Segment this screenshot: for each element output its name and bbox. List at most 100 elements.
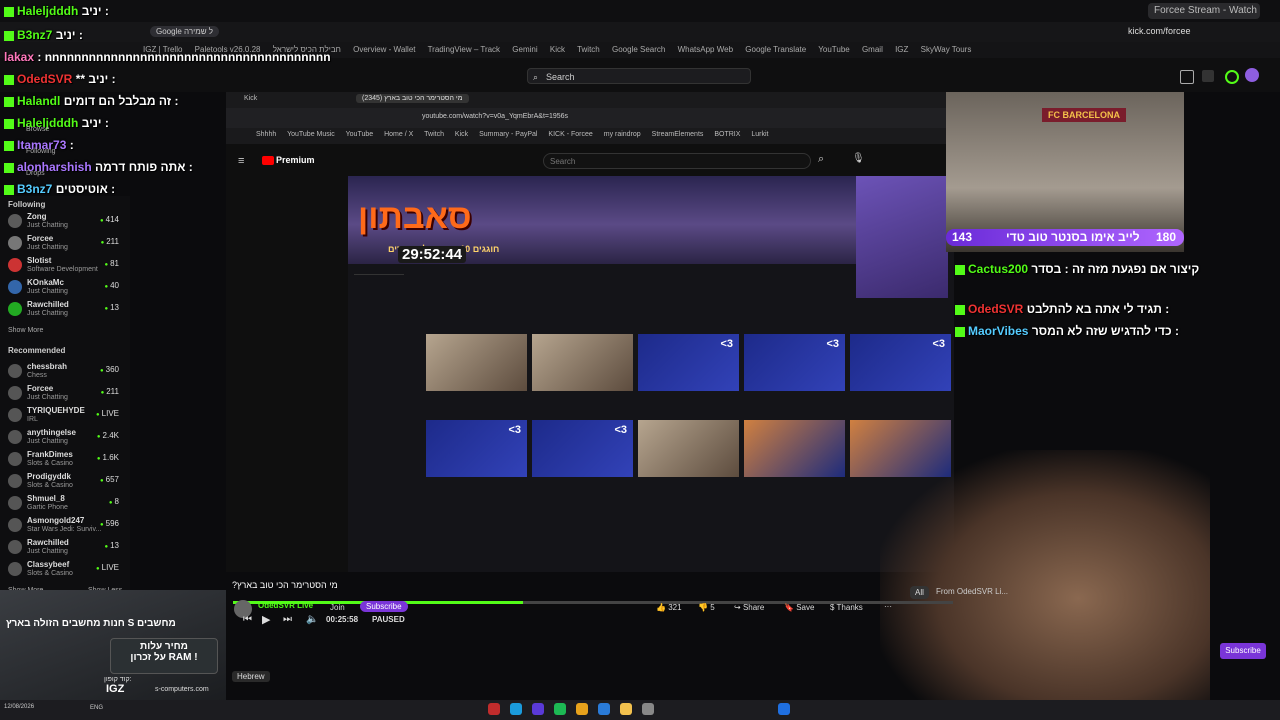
sidebar-item-recommended[interactable]: chessbrahChess 360 [8,362,123,384]
sidebar-item-recommended[interactable]: Shmuel_8Gartic Phone 8 [8,494,123,516]
drops-label[interactable]: Drops [26,170,45,177]
app-icon[interactable] [532,703,544,715]
bookmark[interactable]: YouTube [818,45,849,54]
youtube-search-input[interactable]: Search [543,153,811,169]
layout-icon[interactable] [1202,70,1214,82]
more-icon[interactable]: ··· [884,602,892,611]
subscribe-button[interactable]: Subscribe [360,601,408,612]
sidebar-item-recommended[interactable]: ProdigyddkSlots & Casino 657 [8,472,123,494]
bookmark[interactable]: SkyWay Tours [921,45,972,54]
save-button[interactable]: 🔖 Save [784,603,814,612]
join-button[interactable]: Join [330,603,345,612]
sidebar-item-following[interactable]: RawchilledJust Chatting 13 [8,300,123,322]
folder-icon[interactable] [620,703,632,715]
mic-icon[interactable]: 🎙 [852,153,865,164]
channel-name: Rawchilled [27,538,69,547]
url-text[interactable]: kick.com/forcee [1128,26,1191,36]
bookmark[interactable]: Lurkit [751,131,768,138]
app-icon[interactable] [642,703,654,715]
sidebar-item-recommended[interactable]: FrankDimesSlots & Casino 1.6K [8,450,123,472]
search-icon[interactable]: ⌕ [818,153,824,166]
bookmark[interactable]: TradingView – Track [428,45,500,54]
subscribe-overlay-button[interactable]: Subscribe [1220,643,1266,659]
viewer-count: 657 [100,475,119,484]
sidebar-item-following[interactable]: ForceeJust Chatting 211 [8,234,123,256]
sidebar-item-recommended[interactable]: Asmongold247Star Wars Jedi: Surviv...596 [8,516,123,538]
sidebar-item-following[interactable]: ZongJust Chatting 414 [8,212,123,234]
bookmark[interactable]: Twitch [577,45,600,54]
coupon-label: קוד קופון: [104,676,132,683]
app-icon[interactable] [510,703,522,715]
bookmark[interactable]: Google Translate [745,45,806,54]
bookmark[interactable]: YouTube [346,131,374,138]
chip-from-channel[interactable]: From OdedSVR Li... [936,587,1008,596]
video-thumbnail[interactable]: <3 [638,334,739,391]
avatar [8,496,22,510]
sidebar-item-recommended[interactable]: RawchilledJust Chatting 13 [8,538,123,560]
video-thumbnail[interactable]: <3 [532,420,633,477]
bookmark[interactable]: Overview - Wallet [353,45,415,54]
video-thumbnail[interactable] [744,420,845,477]
bookmark[interactable]: KICK - Forcee [548,131,592,138]
thanks-button[interactable]: $ Thanks [830,603,863,612]
search-icon: ⌕ [533,72,539,82]
video-thumbnail[interactable]: <3 [426,420,527,477]
channel-category: Chess [27,372,47,379]
bookmark[interactable]: Google Search [612,45,665,54]
bookmark[interactable]: Home / X [384,131,413,138]
dislike-button[interactable]: 👎 5 [698,603,715,612]
video-title: ?מי הסטרימר הכי טוב בארץ [232,580,338,590]
sidebar-item-following[interactable]: KOnkaMcJust Chatting 40 [8,278,123,300]
chat-username: MaorVibes [968,324,1029,338]
bookmark[interactable]: Twitch [424,131,444,138]
chrome-icon[interactable] [576,703,588,715]
following-nav-label[interactable]: Following [26,148,56,155]
bookmark[interactable]: StreamElements [652,131,704,138]
like-button[interactable]: 👍 321 [656,603,682,612]
browse-label[interactable]: Browse [26,126,49,133]
kick-logo-icon[interactable] [1225,70,1239,84]
sidebar-item-recommended[interactable]: TYRIQUEHYDEIRL LIVE [8,406,123,428]
theater-icon[interactable] [1180,70,1194,84]
inner-address-bar[interactable]: youtube.com/watch?v=v0a_YqmEbrA&t=1956s [226,108,946,128]
bookmark[interactable]: Gemini [512,45,537,54]
video-thumbnail[interactable] [532,334,633,391]
channel-name[interactable]: OdedSVR Live [258,601,313,610]
bookmark[interactable]: Kick [550,45,565,54]
app-icon[interactable] [488,703,500,715]
sidebar-item-recommended[interactable]: anythingelseJust Chatting 2.4K [8,428,123,450]
viewer-count: 13 [104,303,119,312]
app-icon[interactable] [554,703,566,715]
bookmark[interactable]: WhatsApp Web [678,45,733,54]
app-icon[interactable] [598,703,610,715]
bookmark[interactable]: Summary - PayPal [479,131,537,138]
chip-all[interactable]: All [910,586,929,599]
video-thumbnail[interactable] [638,420,739,477]
thumbs-down-icon: 👎 [698,603,708,612]
avatar[interactable] [1245,68,1259,82]
taskbar-lang[interactable]: ENG [90,705,103,711]
bookmark[interactable]: my raindrop [604,131,641,138]
volume-icon[interactable]: 🔈 [306,614,318,625]
kick-search-input[interactable]: ⌕ Search [527,68,751,84]
share-button[interactable]: ↪ Share [734,603,764,612]
play-icon[interactable]: ▶ [262,613,270,626]
bookmark[interactable]: BOTRIX [714,131,740,138]
show-more-button[interactable]: Show More [8,327,43,334]
inner-url-text[interactable]: youtube.com/watch?v=v0a_YqmEbrA&t=1956s [422,113,568,120]
video-thumbnail[interactable]: <3 [744,334,845,391]
inner-tab-youtube[interactable]: מי הסטרימר הכי טוב בארץ (2345) [356,94,469,103]
video-thumbnail[interactable] [426,334,527,391]
windows-start-icon[interactable] [778,703,790,715]
viewer-count: 13 [104,541,119,550]
next-icon[interactable]: ⏭ [283,614,292,625]
prev-icon[interactable]: ⏮ [243,614,252,625]
bookmark[interactable]: Gmail [862,45,883,54]
video-thumbnail[interactable]: <3 [850,334,951,391]
bookmark[interactable]: Kick [455,131,468,138]
tab-forcee[interactable]: Forcee Stream - Watch Live on [1148,3,1260,19]
sidebar-item-following[interactable]: SlotistSoftware Development 81 [8,256,123,278]
sidebar-item-recommended[interactable]: ForceeJust Chatting 211 [8,384,123,406]
sidebar-item-recommended[interactable]: ClassybeefSlots & Casino LIVE [8,560,123,582]
bookmark[interactable]: IGZ [895,45,908,54]
